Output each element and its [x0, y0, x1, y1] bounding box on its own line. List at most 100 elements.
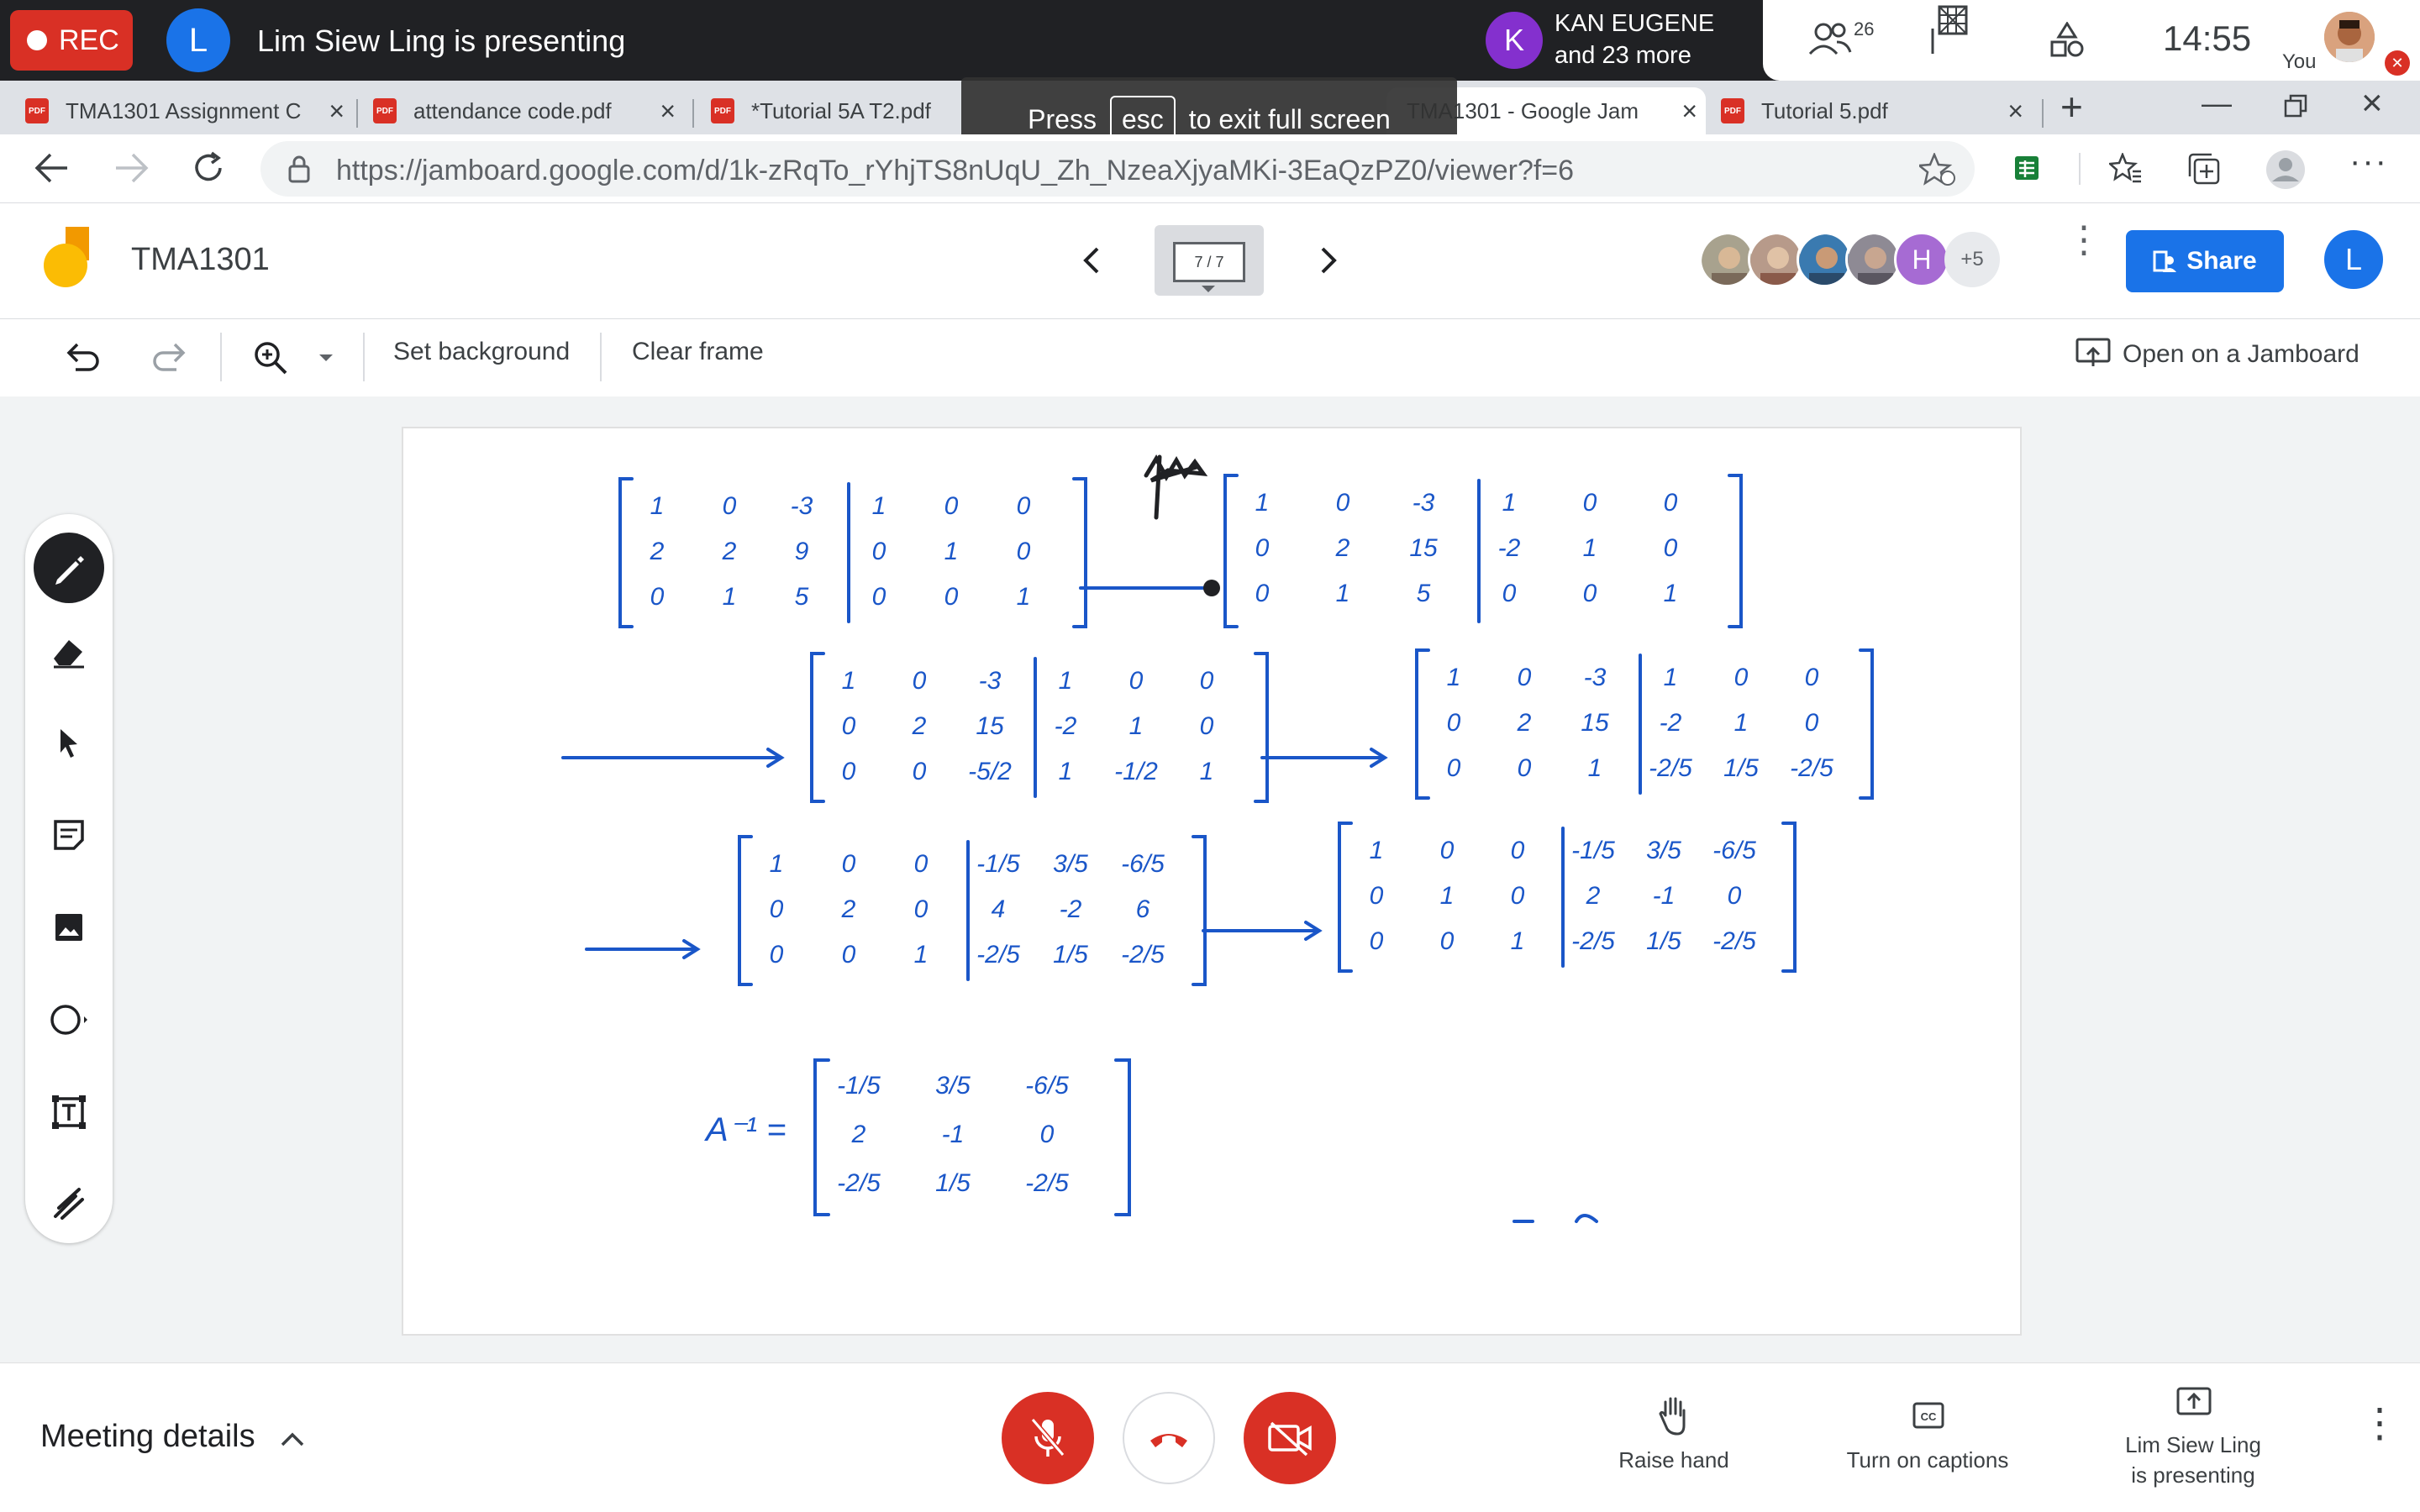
present-screen-icon [2176, 1387, 2212, 1415]
more-actions-icon[interactable]: ⋮ [2360, 1404, 2400, 1444]
close-tab-icon[interactable]: × [2007, 96, 2023, 127]
matrix-entry: -1/2 [1114, 758, 1158, 785]
matrix-entry: -2/5 [976, 941, 1020, 969]
matrix-entry: -3 [1584, 664, 1607, 691]
collaborator-avatar[interactable] [1797, 232, 1852, 287]
matrix-entry: 0 [872, 583, 886, 611]
zoom-dropdown-icon[interactable] [319, 354, 333, 363]
account-avatar[interactable]: L [2324, 230, 2383, 289]
favorites-icon[interactable] [2109, 153, 2143, 185]
tab-attendance[interactable]: PDF attendance code.pdf × [373, 87, 684, 134]
raise-hand-button[interactable]: Raise hand [1608, 1395, 1739, 1488]
laser-tool[interactable] [44, 1178, 94, 1228]
chat-grid-icon[interactable] [1928, 5, 1970, 57]
leave-call-button[interactable] [1123, 1392, 1215, 1484]
bracket-left [738, 835, 753, 986]
microphone-toggle-button[interactable] [1002, 1392, 1094, 1484]
add-favorite-icon[interactable] [1919, 153, 1956, 186]
image-tool[interactable] [44, 902, 94, 953]
forward-icon[interactable] [113, 151, 150, 185]
people-icon[interactable] [1807, 20, 1854, 60]
collaborator-avatar[interactable] [1748, 232, 1803, 287]
document-title[interactable]: TMA1301 [131, 242, 270, 278]
set-background-button[interactable]: Set background [393, 338, 570, 366]
activities-icon[interactable] [2049, 22, 2086, 59]
new-tab-icon[interactable]: + [2060, 84, 2083, 129]
collections-icon[interactable] [2188, 153, 2222, 186]
more-options-icon[interactable]: ⋮ [2065, 222, 2102, 259]
text-box-tool[interactable] [44, 1087, 94, 1137]
presenting-text: Lim Siew Ling is presenting [257, 24, 626, 58]
matrix-entry: 2 [1586, 882, 1601, 910]
matrix-entry: 0 [1518, 754, 1532, 782]
whiteboard-frame[interactable]: 1 1 0 0 -3 0 2 0 2 1 9 0 0 0 1 0 5 1 1 1 0 0 -3 0 0 -2 2 1 15 0 0 0 1 0 5 1… [402, 427, 2022, 1336]
presenter-avatar: L [166, 8, 230, 72]
meet-status-panel: 26 14:55 You ✕ [1763, 0, 2420, 81]
close-tab-icon[interactable]: × [1681, 96, 1697, 127]
matrix-entry: 0 [1734, 664, 1749, 691]
shape-tool[interactable] [44, 995, 94, 1045]
url-field[interactable]: https://jamboard.google.com/d/1k-zRqTo_r… [260, 141, 1975, 197]
tab-tutorial-5[interactable]: PDF Tutorial 5.pdf × [1721, 87, 2032, 134]
participant-tile[interactable]: K KAN EUGENE and 23 more [1472, 0, 1762, 81]
closed-captions-icon: CC [1912, 1402, 1944, 1429]
profile-icon[interactable] [2265, 150, 2306, 190]
collaborator-avatar[interactable] [1845, 232, 1901, 287]
lock-icon[interactable] [287, 155, 311, 183]
matrix-entry: -2 [1498, 534, 1521, 562]
more-collaborators[interactable]: +5 [1944, 232, 2000, 287]
sheets-extension-icon[interactable] [2013, 155, 2040, 181]
frame-bar-toggle[interactable]: 7 / 7 [1155, 225, 1264, 296]
matrix-entry: -1 [1653, 882, 1676, 910]
matrix-entry: 1/5 [1053, 941, 1088, 969]
open-on-jamboard-label: Open on a Jamboard [2123, 340, 2360, 368]
present-button[interactable]: Lim Siew Ling is presenting [2109, 1387, 2277, 1504]
share-label: Share [2186, 247, 2257, 275]
matrix-entry: 1 [914, 941, 929, 969]
matrix-entry: -2/5 [1571, 927, 1615, 955]
undo-icon[interactable] [66, 341, 103, 375]
hang-up-icon [1150, 1434, 1187, 1447]
collaborator-avatar[interactable]: H [1894, 232, 1949, 287]
toolbar-divider [2079, 153, 2081, 185]
select-tool[interactable] [44, 717, 94, 768]
collaborator-avatar[interactable] [1699, 232, 1754, 287]
captions-button[interactable]: CC Turn on captions [1830, 1395, 2025, 1488]
restore-icon[interactable] [2284, 94, 2307, 118]
frame-indicator: 7 / 7 [1173, 242, 1245, 282]
close-tab-icon[interactable]: × [660, 96, 676, 127]
back-icon[interactable] [34, 151, 71, 185]
matrix-entry: 1 [1336, 580, 1350, 607]
arrow-line [1260, 748, 1388, 768]
zoom-icon[interactable] [252, 339, 289, 376]
more-menu-icon[interactable]: ··· [2349, 143, 2388, 181]
matrix-entry: -3 [1413, 489, 1435, 517]
sticky-note-tool[interactable] [44, 810, 94, 860]
presenting-line1: Lim Siew Ling [2125, 1432, 2261, 1457]
close-window-icon[interactable]: × [2361, 82, 2383, 124]
matrix-entry: -2/5 [1121, 941, 1165, 969]
you-label: You [2282, 50, 2317, 73]
minimize-icon[interactable]: — [2202, 86, 2232, 121]
camera-toggle-button[interactable] [1244, 1392, 1336, 1484]
matrix-entry: 2 [1335, 534, 1350, 562]
scribble-mark [1144, 454, 1208, 520]
eraser-tool[interactable] [44, 627, 94, 677]
redo-icon[interactable] [150, 341, 187, 375]
next-frame-icon[interactable] [1319, 245, 1339, 276]
open-on-jamboard-button[interactable]: Open on a Jamboard [2075, 338, 2360, 371]
pen-tool[interactable] [34, 533, 104, 603]
matrix-entry: -6/5 [1121, 850, 1165, 878]
tab-assignment[interactable]: PDF TMA1301 Assignment C × [25, 87, 353, 134]
matrix-entry: 1 [842, 667, 856, 695]
clear-frame-button[interactable]: Clear frame [632, 338, 764, 366]
matrix-entry: 2 [841, 895, 856, 923]
jamboard-logo-icon[interactable] [44, 227, 91, 291]
close-tab-icon[interactable]: × [329, 96, 345, 127]
previous-frame-icon[interactable] [1081, 245, 1101, 276]
meeting-details-button[interactable]: Meeting details [40, 1419, 304, 1455]
matrix-entry: -3 [979, 667, 1002, 695]
share-button[interactable]: Share [2126, 230, 2284, 292]
reload-icon[interactable] [190, 150, 227, 186]
matrix-entry: 0 [1447, 709, 1461, 737]
